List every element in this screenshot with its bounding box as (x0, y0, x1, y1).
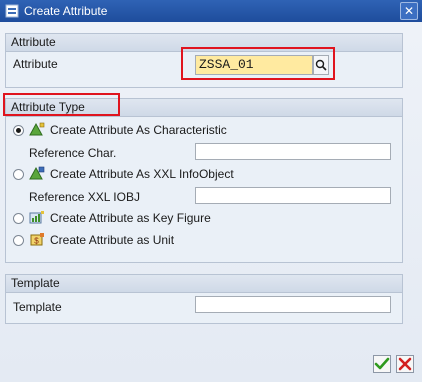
attribute-highlight (181, 47, 335, 80)
radio-characteristic[interactable] (13, 125, 24, 136)
template-label: Template (13, 300, 62, 314)
close-button[interactable]: ✕ (400, 2, 418, 20)
check-icon (374, 357, 390, 370)
attribute-type-highlight (3, 93, 120, 116)
reference-xxl-label: Reference XXL IOBJ (29, 190, 140, 204)
title-bar: Create Attribute ✕ (0, 0, 422, 22)
attribute-label: Attribute (13, 57, 58, 71)
svg-text:$: $ (34, 237, 39, 246)
app-icon (5, 4, 19, 18)
cancel-icon (398, 357, 412, 371)
xxl-infoobject-icon (29, 166, 45, 180)
template-group-header: Template (6, 275, 402, 293)
reference-char-label: Reference Char. (29, 146, 117, 160)
window-title: Create Attribute (24, 4, 108, 18)
radio-unit[interactable] (13, 235, 24, 246)
characteristic-icon (29, 122, 45, 136)
cancel-button[interactable] (396, 355, 414, 373)
option-characteristic-label: Create Attribute As Characteristic (50, 123, 227, 137)
option-unit-label: Create Attribute as Unit (50, 233, 175, 247)
key-figure-icon (29, 211, 44, 224)
option-xxl-label: Create Attribute As XXL InfoObject (50, 167, 234, 181)
option-key-figure-label: Create Attribute as Key Figure (50, 211, 211, 225)
radio-key-figure[interactable] (13, 213, 24, 224)
template-input[interactable] (195, 296, 391, 313)
radio-xxl-infoobject[interactable] (13, 169, 24, 180)
ok-button[interactable] (373, 355, 391, 373)
unit-icon: $ (30, 233, 44, 246)
close-icon: ✕ (403, 4, 415, 18)
reference-xxl-input[interactable] (195, 187, 391, 204)
reference-char-input[interactable] (195, 143, 391, 160)
